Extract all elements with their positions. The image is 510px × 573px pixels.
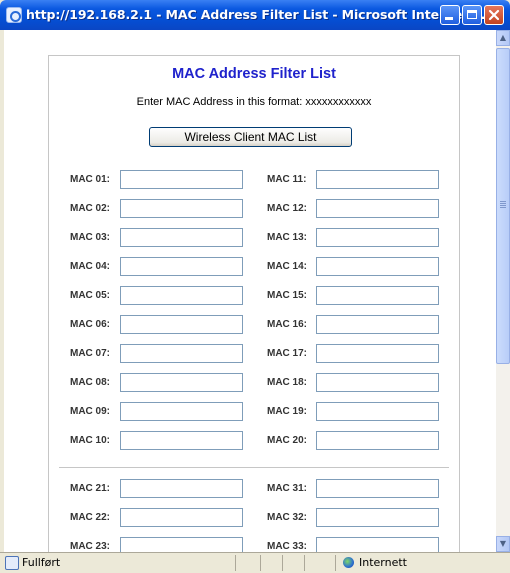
mac-input[interactable] xyxy=(120,344,243,363)
wireless-client-mac-list-button[interactable]: Wireless Client MAC List xyxy=(149,127,352,147)
window-title: http://192.168.2.1 - MAC Address Filter … xyxy=(26,7,495,22)
ie-page-icon xyxy=(5,556,19,570)
mac-input[interactable] xyxy=(120,170,243,189)
mac-label: MAC 07: xyxy=(70,348,111,359)
status-separator xyxy=(260,555,261,571)
status-separator xyxy=(235,555,236,571)
mac-input[interactable] xyxy=(316,228,439,247)
mac-label: MAC 12: xyxy=(267,203,308,214)
mac-label: MAC 13: xyxy=(267,232,308,243)
mac-input[interactable] xyxy=(120,508,243,527)
mac-input[interactable] xyxy=(316,257,439,276)
mac-label: MAC 18: xyxy=(267,377,308,388)
maximize-button[interactable] xyxy=(462,5,482,25)
mac-label: MAC 04: xyxy=(70,261,111,272)
status-separator xyxy=(304,555,305,571)
scroll-down-arrow-icon[interactable]: ▼ xyxy=(496,536,510,552)
mac-input[interactable] xyxy=(120,199,243,218)
mac-label: MAC 16: xyxy=(267,319,308,330)
mac-input[interactable] xyxy=(120,228,243,247)
mac-label: MAC 14: xyxy=(267,261,308,272)
minimize-icon xyxy=(445,17,453,20)
mac-input[interactable] xyxy=(120,373,243,392)
status-text: Fullført xyxy=(22,556,61,569)
status-bar: Fullført Internett xyxy=(0,552,510,573)
mac-input[interactable] xyxy=(316,373,439,392)
scroll-up-arrow-icon[interactable]: ▲ xyxy=(496,30,510,46)
mac-input[interactable] xyxy=(316,537,439,552)
minimize-button[interactable] xyxy=(440,5,460,25)
mac-label: MAC 03: xyxy=(70,232,111,243)
mac-label: MAC 09: xyxy=(70,406,111,417)
mac-filter-panel: MAC Address Filter List Enter MAC Addres… xyxy=(48,55,460,552)
mac-input[interactable] xyxy=(316,199,439,218)
close-icon xyxy=(488,9,500,21)
mac-label: MAC 15: xyxy=(267,290,308,301)
mac-label: MAC 11: xyxy=(267,174,307,185)
mac-label: MAC 20: xyxy=(267,435,308,446)
ie-page-icon xyxy=(6,7,22,23)
mac-input[interactable] xyxy=(316,402,439,421)
status-separator xyxy=(335,555,336,571)
thumb-grip xyxy=(500,201,506,202)
mac-input[interactable] xyxy=(120,402,243,421)
mac-label: MAC 19: xyxy=(267,406,308,417)
mac-label: MAC 21: xyxy=(70,483,111,494)
mac-label: MAC 31: xyxy=(267,483,308,494)
mac-input[interactable] xyxy=(120,315,243,334)
mac-label: MAC 32: xyxy=(267,512,308,523)
maximize-icon xyxy=(467,10,477,19)
mac-input[interactable] xyxy=(120,431,243,450)
mac-label: MAC 08: xyxy=(70,377,111,388)
format-instructions: Enter MAC Address in this format: xxxxxx… xyxy=(136,96,372,108)
title-bar: http://192.168.2.1 - MAC Address Filter … xyxy=(0,0,510,30)
mac-input[interactable] xyxy=(120,537,243,552)
mac-input[interactable] xyxy=(316,479,439,498)
globe-icon xyxy=(343,557,354,568)
status-separator xyxy=(282,555,283,571)
section-divider xyxy=(59,467,449,468)
mac-input[interactable] xyxy=(120,257,243,276)
mac-input[interactable] xyxy=(316,315,439,334)
mac-label: MAC 05: xyxy=(70,290,111,301)
mac-label: MAC 10: xyxy=(70,435,111,446)
scrollbar-thumb[interactable] xyxy=(496,48,510,364)
mac-input[interactable] xyxy=(316,170,439,189)
mac-label: MAC 33: xyxy=(267,541,308,552)
vertical-scrollbar[interactable]: ▲ ▼ xyxy=(496,30,510,552)
page-viewport: MAC Address Filter List Enter MAC Addres… xyxy=(4,30,496,552)
page-title: MAC Address Filter List xyxy=(172,66,336,82)
mac-label: MAC 22: xyxy=(70,512,111,523)
mac-label: MAC 17: xyxy=(267,348,308,359)
mac-label: MAC 06: xyxy=(70,319,111,330)
mac-label: MAC 23: xyxy=(70,541,111,552)
mac-input[interactable] xyxy=(316,431,439,450)
mac-label: MAC 02: xyxy=(70,203,111,214)
mac-label: MAC 01: xyxy=(70,174,111,185)
mac-input[interactable] xyxy=(120,286,243,305)
mac-input[interactable] xyxy=(316,344,439,363)
security-zone: Internett xyxy=(359,556,407,569)
mac-input[interactable] xyxy=(316,286,439,305)
close-button[interactable] xyxy=(484,5,504,25)
mac-input[interactable] xyxy=(316,508,439,527)
mac-input[interactable] xyxy=(120,479,243,498)
